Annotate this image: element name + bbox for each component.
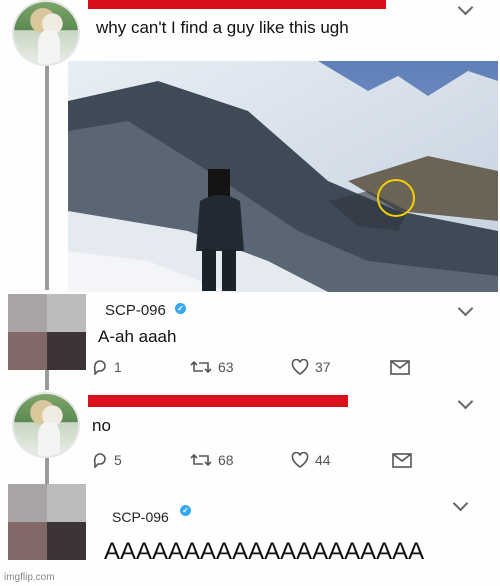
thread-line (45, 455, 49, 485)
verified-icon: ✓ (175, 303, 186, 314)
heart-icon (291, 359, 309, 375)
reply-icon (93, 360, 106, 375)
tweet-text: no (92, 416, 111, 435)
avatar-pixelated[interactable] (8, 294, 86, 370)
display-name[interactable]: SCP-096 (112, 509, 169, 525)
like-count: 44 (315, 452, 331, 468)
like-button[interactable]: 44 (291, 452, 331, 468)
display-name[interactable]: SCP-096 (105, 302, 166, 319)
chevron-down-icon[interactable] (457, 300, 474, 317)
retweet-count: 63 (218, 359, 234, 375)
message-icon[interactable] (390, 360, 410, 375)
avatar-pixelated[interactable] (8, 484, 86, 560)
reply-button[interactable]: 5 (92, 452, 122, 468)
retweet-button[interactable]: 63 (190, 359, 234, 375)
chevron-down-icon[interactable] (457, 393, 474, 410)
chevron-down-icon[interactable] (457, 0, 474, 16)
avatar[interactable] (12, 0, 80, 66)
reply-icon (93, 453, 106, 468)
like-button[interactable]: 37 (291, 359, 331, 375)
retweet-count: 68 (218, 452, 234, 468)
heart-icon (291, 452, 309, 468)
tweet-text: AAAAAAAAAAAAAAAAAAAA (104, 538, 425, 565)
message-icon[interactable] (392, 453, 412, 468)
tweet-text: A-ah aaah (98, 327, 177, 346)
watermark: imgflip.com (4, 572, 55, 583)
redacted-username (88, 0, 386, 9)
redacted-username (88, 395, 348, 407)
retweet-button[interactable]: 68 (190, 452, 234, 468)
avatar[interactable] (12, 392, 80, 458)
retweet-icon (190, 453, 212, 467)
reply-button[interactable]: 1 (92, 359, 122, 375)
thread-line (45, 62, 49, 290)
like-count: 37 (315, 359, 331, 375)
chevron-down-icon[interactable] (452, 495, 469, 512)
reply-count: 1 (114, 359, 122, 375)
retweet-icon (190, 360, 212, 374)
tweet-text: why can't I find a guy like this ugh (96, 18, 349, 37)
verified-icon: ✓ (180, 505, 191, 516)
tweet-image[interactable] (68, 61, 498, 292)
reply-count: 5 (114, 452, 122, 468)
